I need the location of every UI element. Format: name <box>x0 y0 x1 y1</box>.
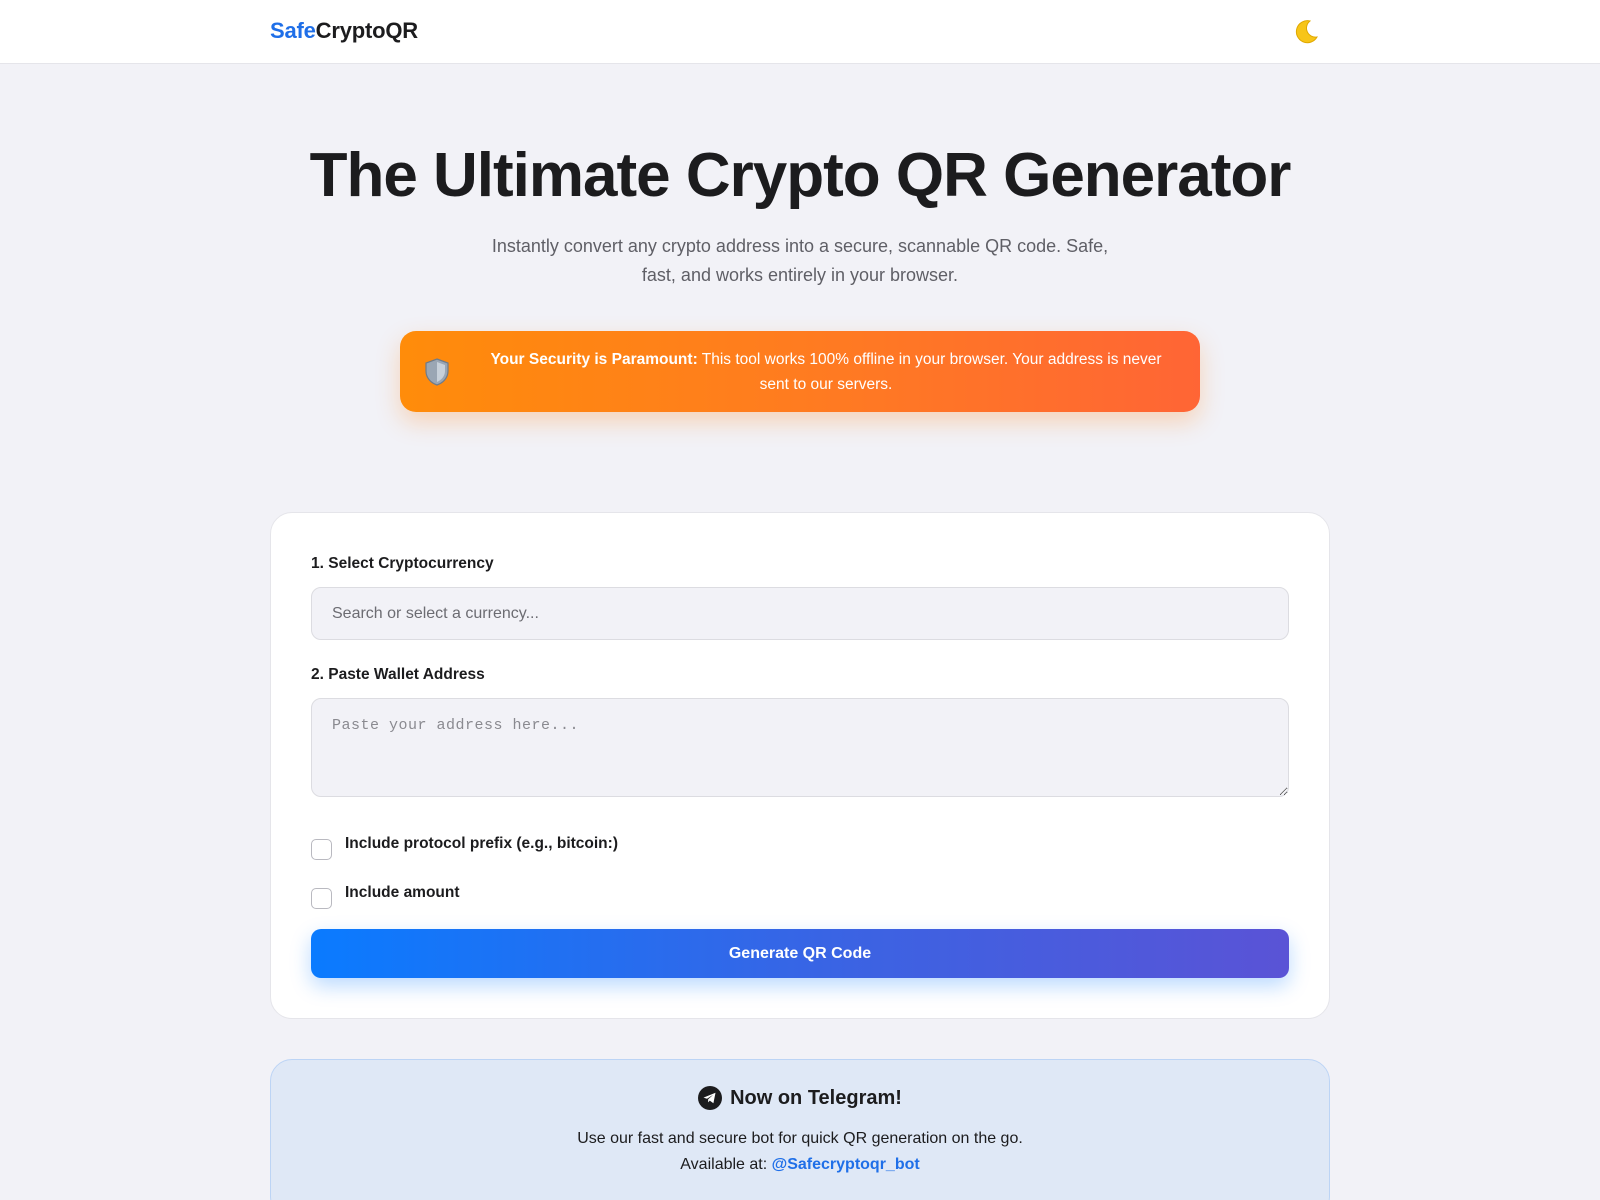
protocol-prefix-label[interactable]: Include protocol prefix (e.g., bitcoin:) <box>345 835 618 853</box>
site-logo[interactable]: SafeCryptoQR <box>270 18 418 44</box>
logo-accent-text: Safe <box>270 18 316 43</box>
security-banner: Your Security is Paramount: This tool wo… <box>400 331 1200 412</box>
telegram-description: Use our fast and secure bot for quick QR… <box>577 1130 1023 1147</box>
security-banner-text: Your Security is Paramount: This tool wo… <box>474 347 1178 397</box>
qr-generator-form: 1. Select Cryptocurrency 2. Paste Wallet… <box>270 512 1330 1019</box>
include-amount-option[interactable]: Include amount <box>311 884 460 909</box>
generate-qr-button[interactable]: Generate QR Code <box>311 929 1289 978</box>
address-label: 2. Paste Wallet Address <box>311 666 485 683</box>
security-banner-heading: Your Security is Paramount: <box>490 350 698 368</box>
telegram-promo: Now on Telegram! Use our fast and secure… <box>270 1059 1330 1200</box>
page-subtitle: Instantly convert any crypto address int… <box>480 232 1120 290</box>
page-title: The Ultimate Crypto QR Generator <box>309 141 1292 210</box>
currency-search-input[interactable] <box>311 587 1289 640</box>
wallet-address-field[interactable] <box>311 698 1289 797</box>
telegram-available-prefix: Available at: <box>680 1156 768 1173</box>
protocol-prefix-option[interactable]: Include protocol prefix (e.g., bitcoin:) <box>311 835 618 860</box>
subtitle-line-2: fast, and works entirely in your browser… <box>641 265 959 285</box>
telegram-bot-link[interactable]: @Safecryptoqr_bot <box>772 1156 920 1173</box>
telegram-title: Now on Telegram! <box>730 1086 902 1109</box>
include-amount-label[interactable]: Include amount <box>345 884 460 902</box>
security-banner-message: This tool works 100% offline in your bro… <box>701 350 1162 393</box>
theme-toggle-button[interactable] <box>1290 16 1322 48</box>
currency-label: 1. Select Cryptocurrency <box>311 555 494 572</box>
subtitle-line-1: Instantly convert any crypto address int… <box>491 236 1109 256</box>
telegram-availability: Available at: @Safecryptoqr_bot <box>271 1156 1329 1174</box>
protocol-prefix-checkbox[interactable] <box>311 839 332 860</box>
telegram-icon <box>698 1086 723 1110</box>
logo-main-text: CryptoQR <box>315 18 418 43</box>
telegram-heading: Now on Telegram! <box>271 1086 1329 1110</box>
top-navbar: SafeCryptoQR <box>0 0 1600 64</box>
moon-icon <box>1295 20 1318 44</box>
shield-icon <box>422 357 452 387</box>
include-amount-checkbox[interactable] <box>311 888 332 909</box>
